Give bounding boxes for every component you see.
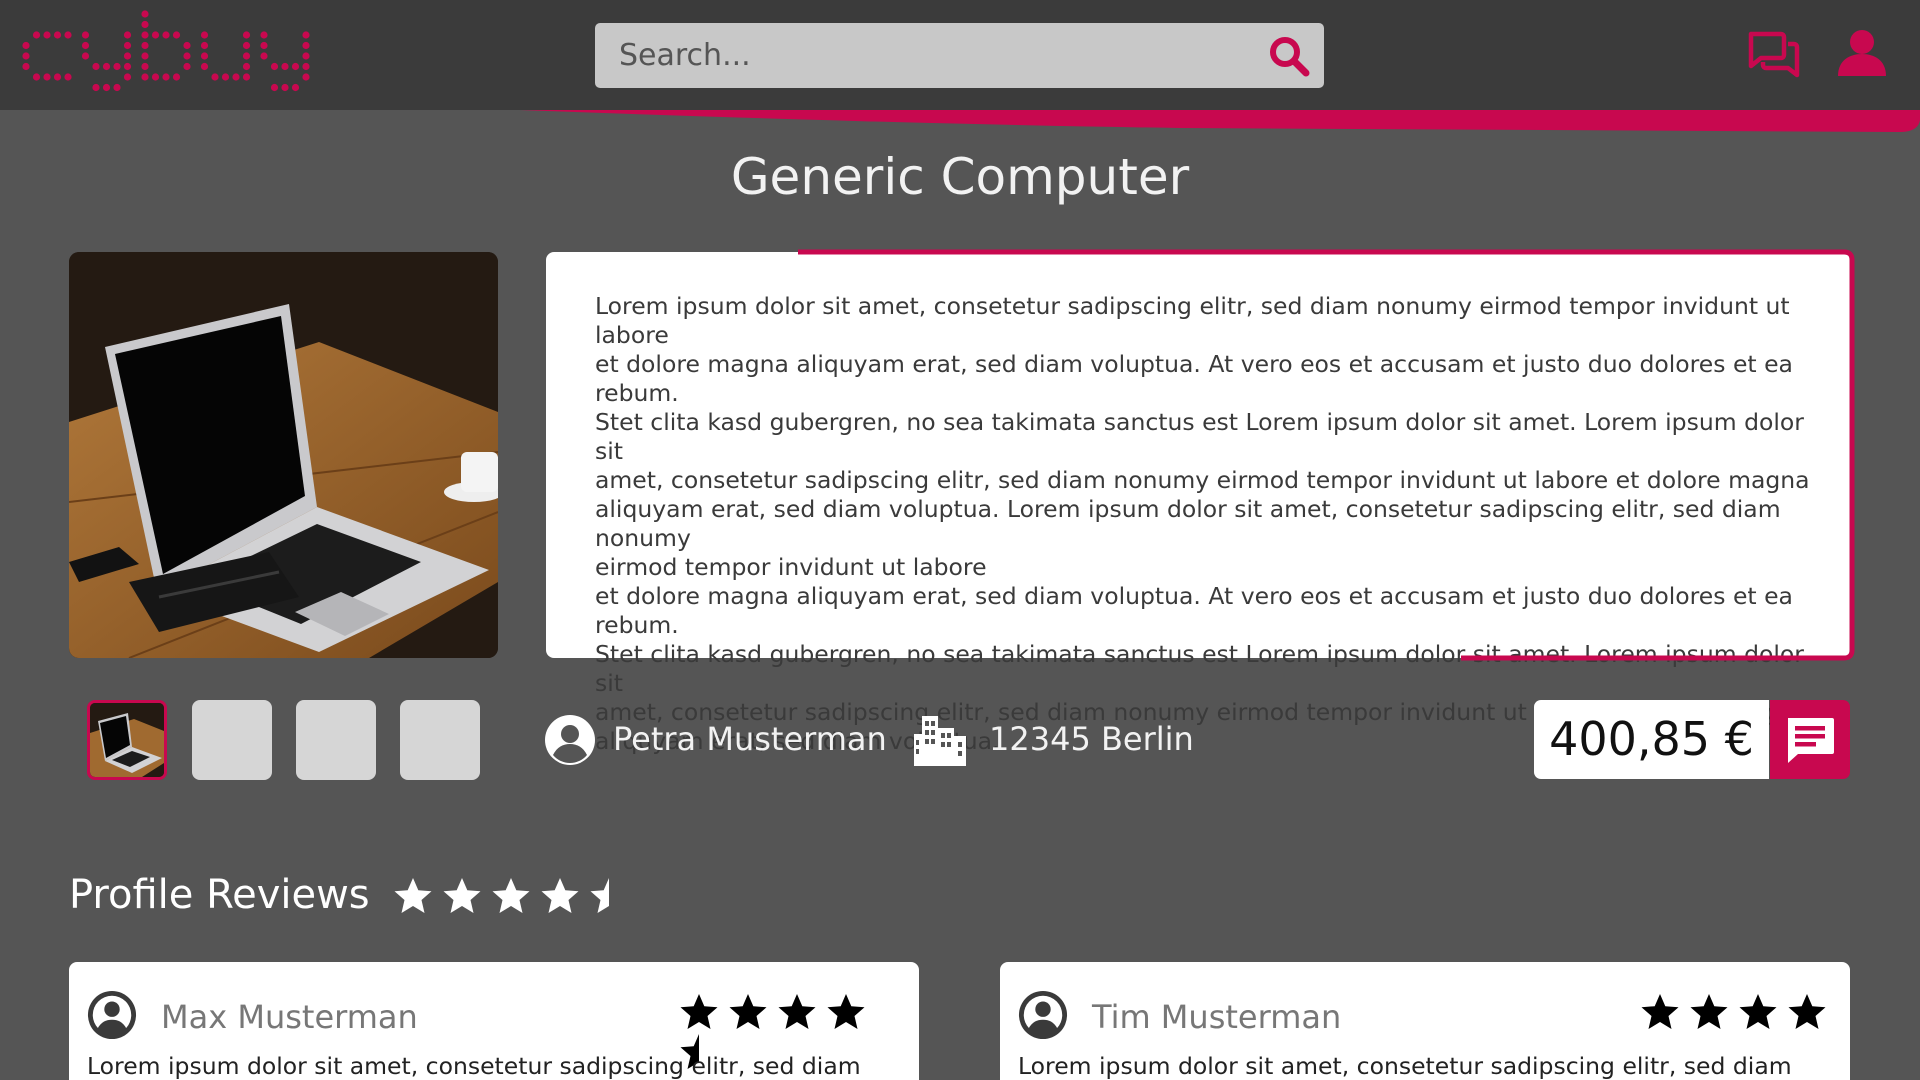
star-icon bbox=[1640, 992, 1680, 1032]
star-icon bbox=[1787, 992, 1827, 1032]
product-main-image[interactable] bbox=[69, 252, 498, 658]
star-icon bbox=[777, 992, 817, 1032]
cybuy-logo[interactable] bbox=[20, 8, 320, 103]
message-icon bbox=[1788, 718, 1834, 763]
search-bar bbox=[595, 23, 1324, 88]
account-circle-icon bbox=[545, 715, 595, 765]
star-icon bbox=[679, 992, 719, 1032]
price-display: 400,85 € bbox=[1534, 700, 1769, 779]
thumbnail-3[interactable] bbox=[296, 700, 376, 780]
star-icon bbox=[826, 992, 866, 1032]
search-icon[interactable] bbox=[1268, 35, 1310, 77]
star-icon bbox=[728, 992, 768, 1032]
star-half-icon bbox=[589, 876, 629, 916]
thumbnail-4[interactable] bbox=[400, 700, 480, 780]
top-header bbox=[0, 0, 1920, 110]
star-icon bbox=[1689, 992, 1729, 1032]
star-icon bbox=[442, 876, 482, 916]
message-seller-button[interactable] bbox=[1770, 700, 1850, 779]
star-icon bbox=[393, 876, 433, 916]
chat-icon[interactable] bbox=[1748, 28, 1800, 80]
star-icon bbox=[540, 876, 580, 916]
reviews-title: Profile Reviews bbox=[69, 872, 370, 918]
review-text: Lorem ipsum dolor sit amet, consetetur s… bbox=[1018, 1052, 1792, 1080]
city-icon bbox=[914, 716, 966, 766]
review-text: Lorem ipsum dolor sit amet, consetetur s… bbox=[87, 1052, 861, 1080]
overall-rating-stars bbox=[393, 876, 638, 916]
star-icon bbox=[1738, 992, 1778, 1032]
product-description: Lorem ipsum dolor sit amet, consetetur s… bbox=[595, 292, 1810, 755]
user-icon[interactable] bbox=[1836, 28, 1888, 80]
review-card: Tim Musterman Lorem ipsum dolor sit amet… bbox=[1000, 962, 1850, 1080]
review-rating-stars bbox=[679, 992, 919, 1069]
thumbnail-2[interactable] bbox=[192, 700, 272, 780]
review-card: Max Musterman Lorem ipsum dolor sit amet… bbox=[69, 962, 919, 1080]
header-accent-bar bbox=[520, 110, 1920, 132]
product-page: Generic Computer bbox=[0, 0, 1920, 1080]
seller-name[interactable]: Petra Musterman bbox=[613, 720, 887, 758]
reviewer-avatar-icon bbox=[87, 990, 137, 1040]
reviewer-avatar-icon bbox=[1018, 990, 1068, 1040]
thumbnail-1[interactable] bbox=[87, 700, 167, 780]
search-input[interactable] bbox=[595, 23, 1245, 88]
reviewer-name[interactable]: Max Musterman bbox=[161, 998, 418, 1036]
star-icon bbox=[491, 876, 531, 916]
product-title: Generic Computer bbox=[730, 148, 1190, 206]
review-rating-stars bbox=[1640, 992, 1836, 1032]
location-text: 12345 Berlin bbox=[989, 720, 1194, 758]
description-card: Lorem ipsum dolor sit amet, consetetur s… bbox=[546, 252, 1852, 755]
reviewer-name[interactable]: Tim Musterman bbox=[1092, 998, 1341, 1036]
